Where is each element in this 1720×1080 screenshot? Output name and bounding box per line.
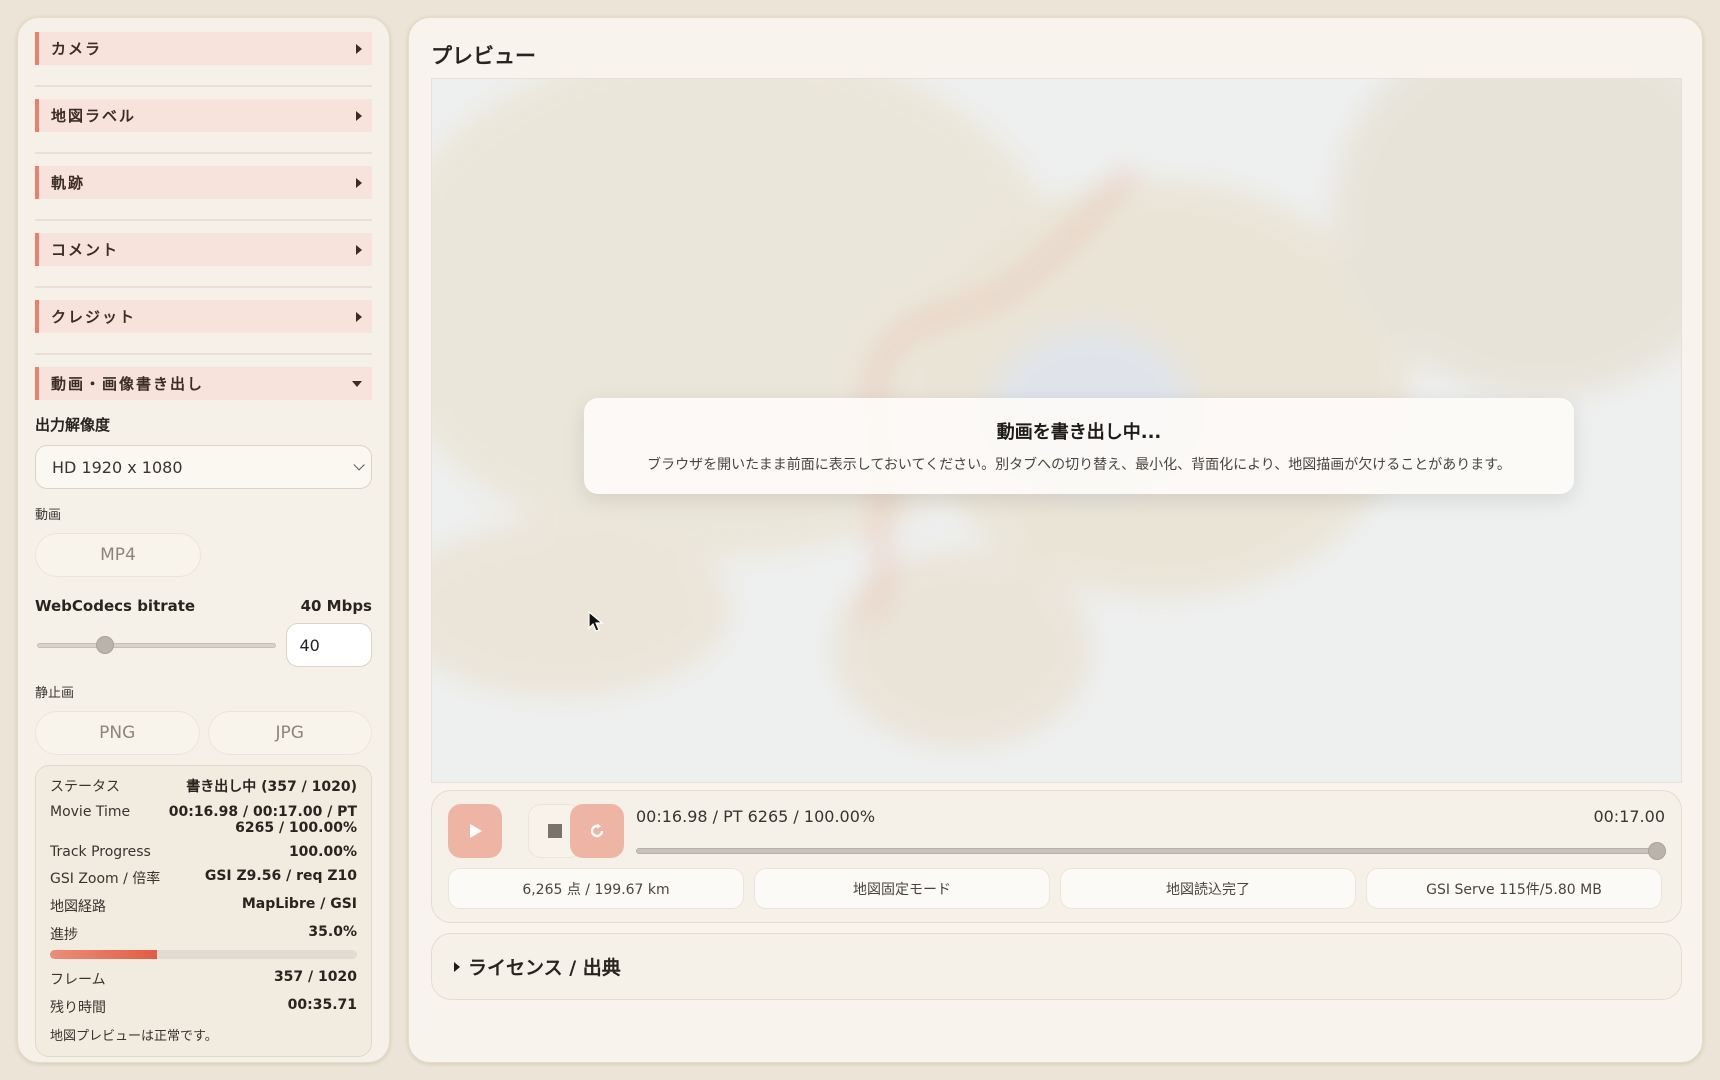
status-key: ステータス	[50, 779, 120, 795]
bitrate-value: 40 Mbps	[300, 597, 372, 615]
jpg-button[interactable]: JPG	[207, 711, 372, 755]
frame-value: 357 / 1020	[273, 969, 357, 985]
settings-sidebar: カメラ 地図ラベル 軌跡 コメント クレジット 動画・画像書き出し 出力解像度	[17, 17, 390, 1063]
section-header-export[interactable]: 動画・画像書き出し	[35, 367, 372, 400]
progress-bar	[50, 950, 357, 959]
section-credit: クレジット	[35, 300, 372, 355]
progress-key: 進捗	[50, 927, 78, 943]
map-preview[interactable]: 動画を書き出し中... ブラウザを開いたまま前面に表示しておいてください。別タブ…	[431, 78, 1682, 783]
chevron-right-icon	[454, 961, 460, 972]
chevron-right-icon	[356, 110, 362, 121]
frame-row: フレーム 357 / 1020	[50, 969, 357, 989]
chevron-right-icon	[356, 311, 362, 322]
bitrate-slider[interactable]	[35, 635, 278, 655]
preview-panel: プレビュー 動画を書き出し中... ブラウザを開いたまま前面に表示しておいてくだ…	[408, 17, 1703, 1063]
player-controls: 00:16.98 / PT 6265 / 100.00% 00:17.00 6,…	[431, 790, 1682, 923]
refresh-icon	[590, 823, 604, 838]
remaining-value: 00:35.71	[287, 997, 357, 1013]
bitrate-label: WebCodecs bitrate	[35, 597, 196, 615]
route-value: MapLibre / GSI	[241, 896, 357, 912]
resolution-select[interactable]: HD 1920 x 1080	[35, 445, 372, 489]
section-header-comment[interactable]: コメント	[35, 233, 372, 266]
status-value: 書き出し中 (357 / 1020)	[186, 779, 357, 795]
status-row: ステータス 書き出し中 (357 / 1020)	[50, 776, 357, 796]
export-panel: 出力解像度 HD 1920 x 1080 動画 MP4 WebCodecs bi…	[35, 400, 372, 1057]
gsi-zoom-value: GSI Z9.56 / req Z10	[204, 868, 357, 884]
seek-track	[636, 848, 1666, 854]
modal-message: ブラウザを開いたまま前面に表示しておいてください。別タブへの切り替え、最小化、背…	[647, 457, 1511, 473]
movie-time-value: 00:16.98 / 00:17.00 / PT 6265 / 100.00%	[169, 804, 357, 836]
section-map-labels: 地図ラベル	[35, 99, 372, 154]
stat-points-distance: 6,265 点 / 199.67 km	[448, 868, 744, 909]
mp4-button[interactable]: MP4	[35, 533, 201, 577]
progress-bar-fill	[50, 950, 158, 959]
movie-time-line1: 00:16.98 / 00:17.00 / PT	[168, 804, 357, 820]
section-comment: コメント	[35, 233, 372, 288]
bitrate-row: WebCodecs bitrate 40 Mbps	[35, 597, 372, 615]
progress-row: 進捗 35.0%	[50, 924, 357, 944]
stat-gsi-serve: GSI Serve 115件/5.80 MB	[1366, 868, 1662, 909]
resolution-label: 出力解像度	[35, 416, 111, 434]
section-track: 軌跡	[35, 166, 372, 221]
remaining-row: 残り時間 00:35.71	[50, 997, 357, 1017]
movie-time-row: Movie Time 00:16.98 / 00:17.00 / PT 6265…	[50, 804, 357, 836]
resolution-value: HD 1920 x 1080	[52, 457, 183, 477]
movie-time-key: Movie Time	[50, 804, 131, 820]
movie-time-line2: 6265 / 100.00%	[235, 820, 357, 836]
png-button[interactable]: PNG	[35, 711, 200, 755]
bitrate-input[interactable]: 40	[286, 623, 372, 667]
status-note: 地図プレビューは正常です。	[50, 1029, 218, 1044]
progress-value: 35.0%	[308, 924, 357, 940]
section-header-camera[interactable]: カメラ	[35, 32, 372, 65]
mouse-cursor-icon	[588, 611, 604, 632]
gsi-zoom-row: GSI Zoom / 倍率 GSI Z9.56 / req Z10	[50, 868, 357, 888]
stat-map-mode: 地図固定モード	[754, 868, 1050, 909]
playback-time: 00:16.98 / PT 6265 / 100.00%	[636, 807, 876, 826]
still-format-row: PNG JPG	[35, 711, 372, 755]
chevron-right-icon	[356, 177, 362, 188]
section-camera: カメラ	[35, 32, 372, 87]
page-title: プレビュー	[431, 44, 536, 68]
remaining-key: 残り時間	[50, 1000, 106, 1016]
route-key: 地図経路	[50, 899, 106, 915]
frame-key: フレーム	[50, 972, 106, 988]
section-label: 軌跡	[51, 174, 86, 192]
chevron-right-icon	[356, 244, 362, 255]
refresh-button[interactable]	[570, 804, 624, 858]
license-label: ライセンス / 出典	[468, 957, 621, 979]
gsi-zoom-key: GSI Zoom / 倍率	[50, 871, 161, 887]
route-row: 地図経路 MapLibre / GSI	[50, 896, 357, 916]
section-header-track[interactable]: 軌跡	[35, 166, 372, 199]
chevron-right-icon	[356, 43, 362, 54]
still-label: 静止画	[35, 686, 75, 701]
bitrate-controls: 40	[35, 623, 372, 667]
section-label: カメラ	[51, 40, 103, 58]
section-header-map-labels[interactable]: 地図ラベル	[35, 99, 372, 132]
section-label: 動画・画像書き出し	[51, 375, 205, 393]
track-progress-value: 100.00%	[288, 844, 357, 860]
license-toggle[interactable]: ライセンス / 出典	[431, 933, 1682, 1000]
slider-thumb[interactable]	[96, 636, 115, 654]
play-button[interactable]	[448, 804, 502, 858]
slider-track	[37, 643, 277, 648]
play-icon	[470, 824, 482, 838]
modal-title: 動画を書き出し中...	[996, 422, 1162, 443]
section-label: 地図ラベル	[51, 107, 137, 125]
stop-icon	[548, 824, 562, 838]
section-label: クレジット	[51, 308, 137, 326]
seek-thumb[interactable]	[1648, 842, 1666, 860]
track-progress-row: Track Progress 100.00%	[50, 844, 357, 860]
stat-map-loaded: 地図読込完了	[1060, 868, 1356, 909]
status-box: ステータス 書き出し中 (357 / 1020) Movie Time 00:1…	[35, 765, 372, 1057]
section-header-credit[interactable]: クレジット	[35, 300, 372, 333]
chevron-down-icon	[353, 459, 365, 471]
total-time: 00:17.00	[1593, 807, 1665, 826]
track-progress-key: Track Progress	[50, 844, 151, 860]
export-modal: 動画を書き出し中... ブラウザを開いたまま前面に表示しておいてください。別タブ…	[584, 398, 1574, 494]
video-label: 動画	[35, 508, 62, 523]
section-label: コメント	[51, 241, 120, 259]
seek-slider[interactable]	[636, 842, 1666, 860]
chevron-down-icon	[352, 380, 362, 387]
